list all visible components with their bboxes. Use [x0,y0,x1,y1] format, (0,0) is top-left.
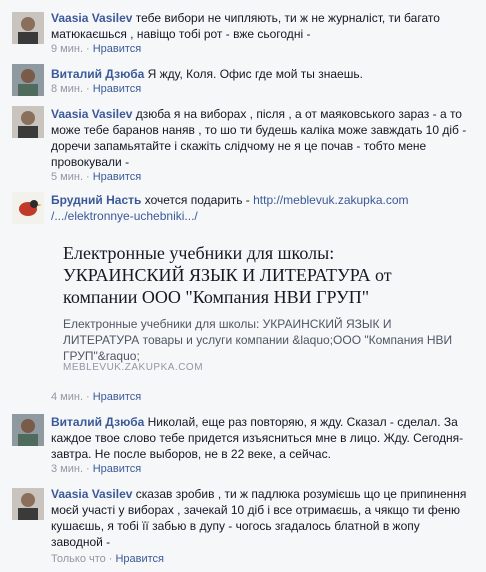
comment-body: Vaasia Vasilev сказав зробив , ти ж падл… [51,486,470,550]
comment-meta: Только что · Нравится [51,552,164,566]
comment-author-link[interactable]: Vaasia Vasilev [51,11,132,25]
comment-body: Виталий Дзюба Николай, еще раз повторяю,… [51,414,470,462]
person-avatar-icon [12,488,44,520]
avatar[interactable] [12,192,44,224]
avatar[interactable] [12,106,44,138]
preview-title[interactable]: Електронные учебники для школы: УКРАИНСК… [63,242,455,308]
meta-separator: · [86,43,90,55]
comment-time[interactable]: 9 мин. [51,43,83,55]
comment-body: Vaasia Vasilev тебе вибори не чипляють, … [51,10,470,42]
comment-body: Брудний Насть хочется подарить - http://… [51,192,470,224]
comment-text: хочется подарить - [144,193,254,207]
person-avatar-icon [12,64,44,96]
meta-separator: · [86,391,90,403]
comment-meta: 3 мин. · Нравится [51,462,141,476]
comment-url-path-link[interactable]: /.../elektronnye-uchebniki.../ [51,209,198,223]
like-link[interactable]: Нравится [93,463,142,475]
meta-separator: · [86,171,90,183]
comment-text: Я жду, Коля. Офис где мой ты знаешь. [147,67,363,81]
comment-body: Vaasia Vasilev дзюба я на виборах , післ… [51,106,470,170]
meta-separator: · [86,463,90,475]
comment-meta: 5 мин. · Нравится [51,170,141,184]
avatar[interactable] [12,64,44,96]
preview-domain: MEBLEVUK.ZAKUPKA.COM [63,362,204,373]
comment-url-link[interactable]: http://meblevuk.zakupka.com [253,193,408,207]
comment-meta: 8 мин. · Нравится [51,82,141,96]
comment-time[interactable]: Только что [51,553,106,565]
meta-separator: · [108,553,113,565]
avatar[interactable] [12,12,44,44]
avatar[interactable] [12,414,44,446]
avatar[interactable] [12,488,44,520]
like-link[interactable]: Нравится [93,83,142,95]
comment-author-link[interactable]: Брудний Насть [51,193,141,207]
comment-meta: 9 мин. · Нравится [51,42,141,56]
like-link[interactable]: Нравится [93,391,142,403]
comment-author-link[interactable]: Виталий Дзюба [51,67,144,81]
link-preview[interactable]: Електронные учебники для школы: УКРАИНСК… [51,230,461,373]
comment-body: Виталий Дзюба Я жду, Коля. Офис где мой … [51,66,470,82]
comment-time[interactable]: 4 мин. [51,391,83,403]
like-link[interactable]: Нравится [93,171,142,183]
meta-separator: · [86,83,90,95]
like-link[interactable]: Нравится [115,553,164,565]
comment-meta: 4 мин. · Нравится [51,390,141,404]
like-link[interactable]: Нравится [93,43,142,55]
person-avatar-icon [12,106,44,138]
comment-author-link[interactable]: Vaasia Vasilev [51,107,132,121]
comment-author-link[interactable]: Виталий Дзюба [51,415,144,429]
comment-author-link[interactable]: Vaasia Vasilev [51,487,132,501]
bird-avatar-icon [12,192,44,224]
person-avatar-icon [12,12,44,44]
comment-time[interactable]: 5 мин. [51,171,83,183]
comment-time[interactable]: 3 мин. [51,463,83,475]
person-avatar-icon [12,414,44,446]
preview-description: Електронные учебники для школы: УКРАИНСК… [63,317,453,363]
comment-time[interactable]: 8 мин. [51,83,83,95]
